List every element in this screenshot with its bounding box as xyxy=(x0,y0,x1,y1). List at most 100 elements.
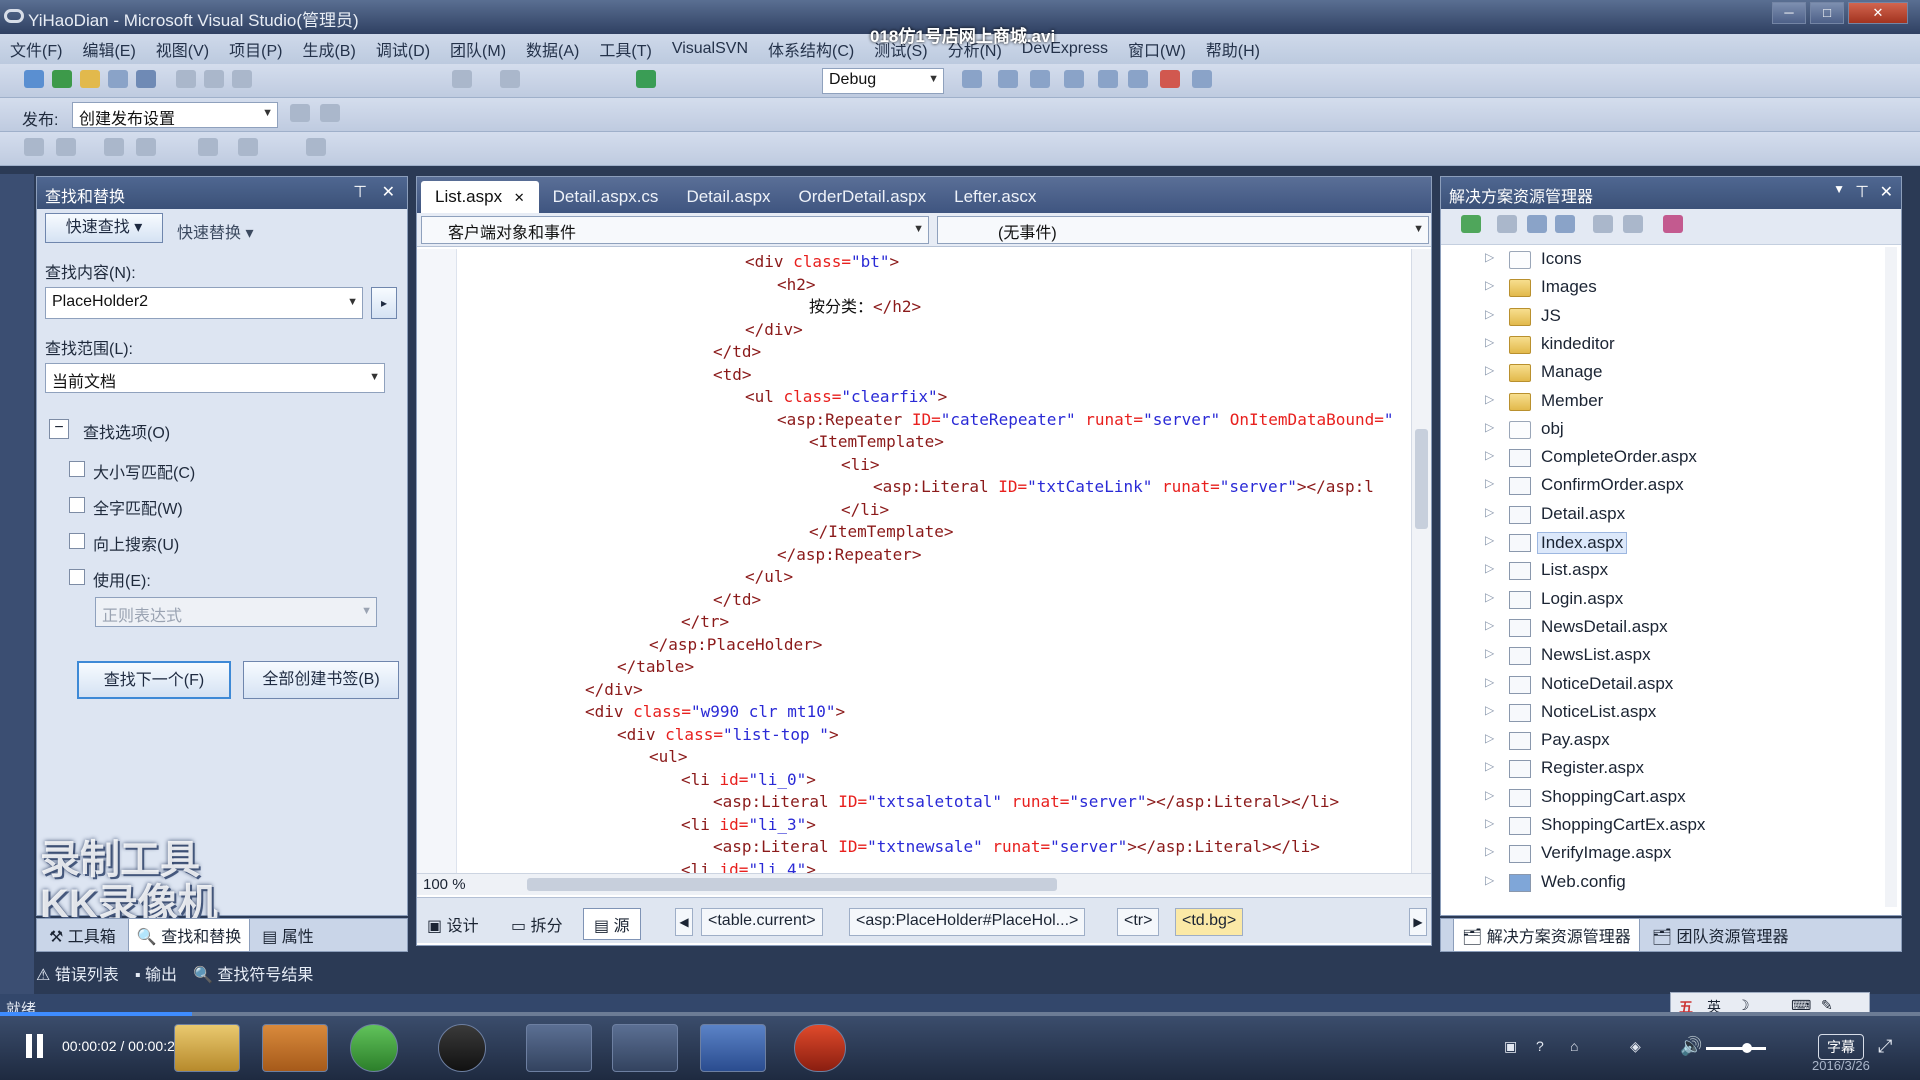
horizontal-scroll-thumb[interactable] xyxy=(527,878,1057,891)
volume-slider-handle[interactable] xyxy=(1742,1043,1752,1053)
tree-item[interactable]: ▷ Web.config xyxy=(1441,870,1881,896)
tree-item[interactable]: ▷ Images xyxy=(1441,275,1881,301)
find-in-files-icon[interactable] xyxy=(962,70,982,88)
menu-item[interactable]: 工具(T) xyxy=(599,37,651,61)
expand-arrow-icon[interactable]: ▷ xyxy=(1485,731,1494,745)
code-line[interactable]: <li> xyxy=(841,454,880,477)
minimize-button[interactable]: ─ xyxy=(1772,2,1806,24)
prev-bookmark-icon[interactable] xyxy=(306,138,326,156)
volume-slider[interactable] xyxy=(1706,1043,1766,1053)
publish-web-icon[interactable] xyxy=(290,104,310,122)
code-line[interactable]: <asp:Literal ID="txtCateLink" runat="ser… xyxy=(873,476,1374,499)
expand-arrow-icon[interactable]: ▷ xyxy=(1485,816,1494,830)
outdent-icon[interactable] xyxy=(136,138,156,156)
close-icon[interactable]: ✕ xyxy=(1880,182,1893,202)
view-designer-icon[interactable] xyxy=(1593,215,1613,233)
menu-item[interactable]: 体系结构(C) xyxy=(768,37,854,61)
paste-icon[interactable] xyxy=(232,70,252,88)
close-tab-icon[interactable]: ✕ xyxy=(510,190,525,205)
expand-arrow-icon[interactable]: ▷ xyxy=(1485,392,1494,406)
tree-item[interactable]: ▷ obj xyxy=(1441,417,1881,443)
vertical-scrollbar[interactable] xyxy=(1411,249,1431,873)
breadcrumb-right-arrow[interactable]: ▶ xyxy=(1409,908,1427,936)
tab-toolbox[interactable]: ⚒ 工具箱 xyxy=(49,923,116,947)
menu-item[interactable]: 生成(B) xyxy=(302,37,355,61)
tab-team-explorer[interactable]: 🗂 团队资源管理器 xyxy=(1652,923,1789,947)
expand-arrow-icon[interactable]: ▷ xyxy=(1485,590,1494,604)
pin-icon[interactable]: ⊤ xyxy=(353,182,367,202)
tray-help-icon[interactable]: ? xyxy=(1536,1038,1544,1054)
expand-arrow-icon[interactable]: ▷ xyxy=(1485,646,1494,660)
tree-item[interactable]: ▷ CompleteOrder.aspx xyxy=(1441,445,1881,471)
search-up-checkbox[interactable] xyxy=(69,533,85,549)
redo-icon[interactable] xyxy=(500,70,520,88)
pin-icon[interactable]: ⊤ xyxy=(1855,182,1869,202)
expand-arrow-icon[interactable]: ▷ xyxy=(1485,476,1494,490)
word-app-icon[interactable] xyxy=(700,1024,766,1072)
qq-app-icon[interactable] xyxy=(438,1024,486,1072)
menu-item[interactable]: 项目(P) xyxy=(229,37,282,61)
regex-select[interactable]: 正则表达式 ▼ xyxy=(95,597,377,627)
tree-item[interactable]: ▷ ShoppingCart.aspx xyxy=(1441,785,1881,811)
code-line[interactable]: </td> xyxy=(713,341,761,364)
tree-item[interactable]: ▷ ConfirmOrder.aspx xyxy=(1441,473,1881,499)
close-icon[interactable]: ✕ xyxy=(382,182,395,202)
expand-arrow-icon[interactable]: ▷ xyxy=(1485,561,1494,575)
copy-website-icon[interactable] xyxy=(1663,215,1683,233)
design-view-button[interactable]: ▣ 设计 xyxy=(427,912,479,936)
next-bookmark-icon[interactable] xyxy=(238,138,258,156)
expand-arrow-icon[interactable]: ▷ xyxy=(1485,618,1494,632)
expand-arrow-icon[interactable]: ▷ xyxy=(1485,335,1494,349)
publish-select[interactable]: 创建发布设置 ▼ xyxy=(72,102,278,128)
code-line[interactable]: </asp:PlaceHolder> xyxy=(649,634,822,657)
breadcrumb-left-arrow[interactable]: ◀ xyxy=(675,908,693,936)
indent-icon[interactable] xyxy=(104,138,124,156)
fullscreen-icon[interactable]: ⤢ xyxy=(1878,1036,1892,1057)
quick-find-button[interactable]: 快速查找 ▾ xyxy=(45,213,163,243)
code-line[interactable]: <ItemTemplate> xyxy=(809,431,944,454)
document-tab[interactable]: Lefter.ascx xyxy=(940,181,1050,213)
quick-replace-button[interactable]: 快速替换 ▾ xyxy=(177,219,254,243)
save-icon[interactable] xyxy=(108,70,128,88)
expand-arrow-icon[interactable]: ▷ xyxy=(1485,759,1494,773)
breadcrumb-item[interactable]: <table.current> xyxy=(701,908,823,936)
document-tab[interactable]: OrderDetail.aspx xyxy=(785,181,941,213)
match-case-checkbox[interactable] xyxy=(69,461,85,477)
properties-icon[interactable] xyxy=(1461,215,1481,233)
tree-item[interactable]: ▷ Register.aspx xyxy=(1441,756,1881,782)
menu-item[interactable]: 帮助(H) xyxy=(1206,37,1260,61)
tree-item[interactable]: ▷ Pay.aspx xyxy=(1441,728,1881,754)
menu-item[interactable]: 视图(V) xyxy=(156,37,209,61)
tree-item[interactable]: ▷ Manage xyxy=(1441,360,1881,386)
tree-item[interactable]: ▷ kindeditor xyxy=(1441,332,1881,358)
zoom-level[interactable]: 100 % xyxy=(423,876,466,893)
expand-arrow-icon[interactable]: ▷ xyxy=(1485,505,1494,519)
whole-word-checkbox[interactable] xyxy=(69,497,85,513)
code-line[interactable]: </tr> xyxy=(681,611,729,634)
expand-arrow-icon[interactable]: ▷ xyxy=(1485,420,1494,434)
tree-item[interactable]: ▷ ShoppingCartEx.aspx xyxy=(1441,813,1881,839)
events-select[interactable]: (无事件) ▼ xyxy=(937,216,1429,244)
menu-item[interactable]: 调试(D) xyxy=(376,37,430,61)
breadcrumb-item[interactable]: <tr> xyxy=(1117,908,1160,936)
recorder-app-icon[interactable] xyxy=(794,1024,846,1072)
refresh-icon[interactable] xyxy=(1527,215,1547,233)
expand-arrow-icon[interactable]: ▷ xyxy=(1485,250,1494,264)
pause-icon[interactable] xyxy=(24,1034,46,1058)
client-objects-select[interactable]: 客户端对象和事件 ▼ xyxy=(421,216,929,244)
split-view-button[interactable]: ▭ 拆分 xyxy=(511,912,563,936)
code-line[interactable]: <ul> xyxy=(649,746,688,769)
tree-item[interactable]: ▷ List.aspx xyxy=(1441,558,1881,584)
code-line[interactable]: </div> xyxy=(585,679,643,702)
explorer-app-icon[interactable] xyxy=(174,1024,240,1072)
menu-item[interactable]: 文件(F) xyxy=(10,37,62,61)
menu-item[interactable]: 团队(M) xyxy=(450,37,506,61)
tree-item[interactable]: ▷ Member xyxy=(1441,389,1881,415)
toolbox-icon[interactable] xyxy=(1098,70,1118,88)
look-in-select[interactable]: 当前文档 ▼ xyxy=(45,363,385,393)
extension-manager-icon[interactable] xyxy=(1160,70,1180,88)
tree-item[interactable]: ▷ NewsList.aspx xyxy=(1441,643,1881,669)
browser-app-icon[interactable] xyxy=(350,1024,398,1072)
save-all-icon[interactable] xyxy=(136,70,156,88)
subtitle-button[interactable]: 字幕 xyxy=(1818,1034,1864,1060)
